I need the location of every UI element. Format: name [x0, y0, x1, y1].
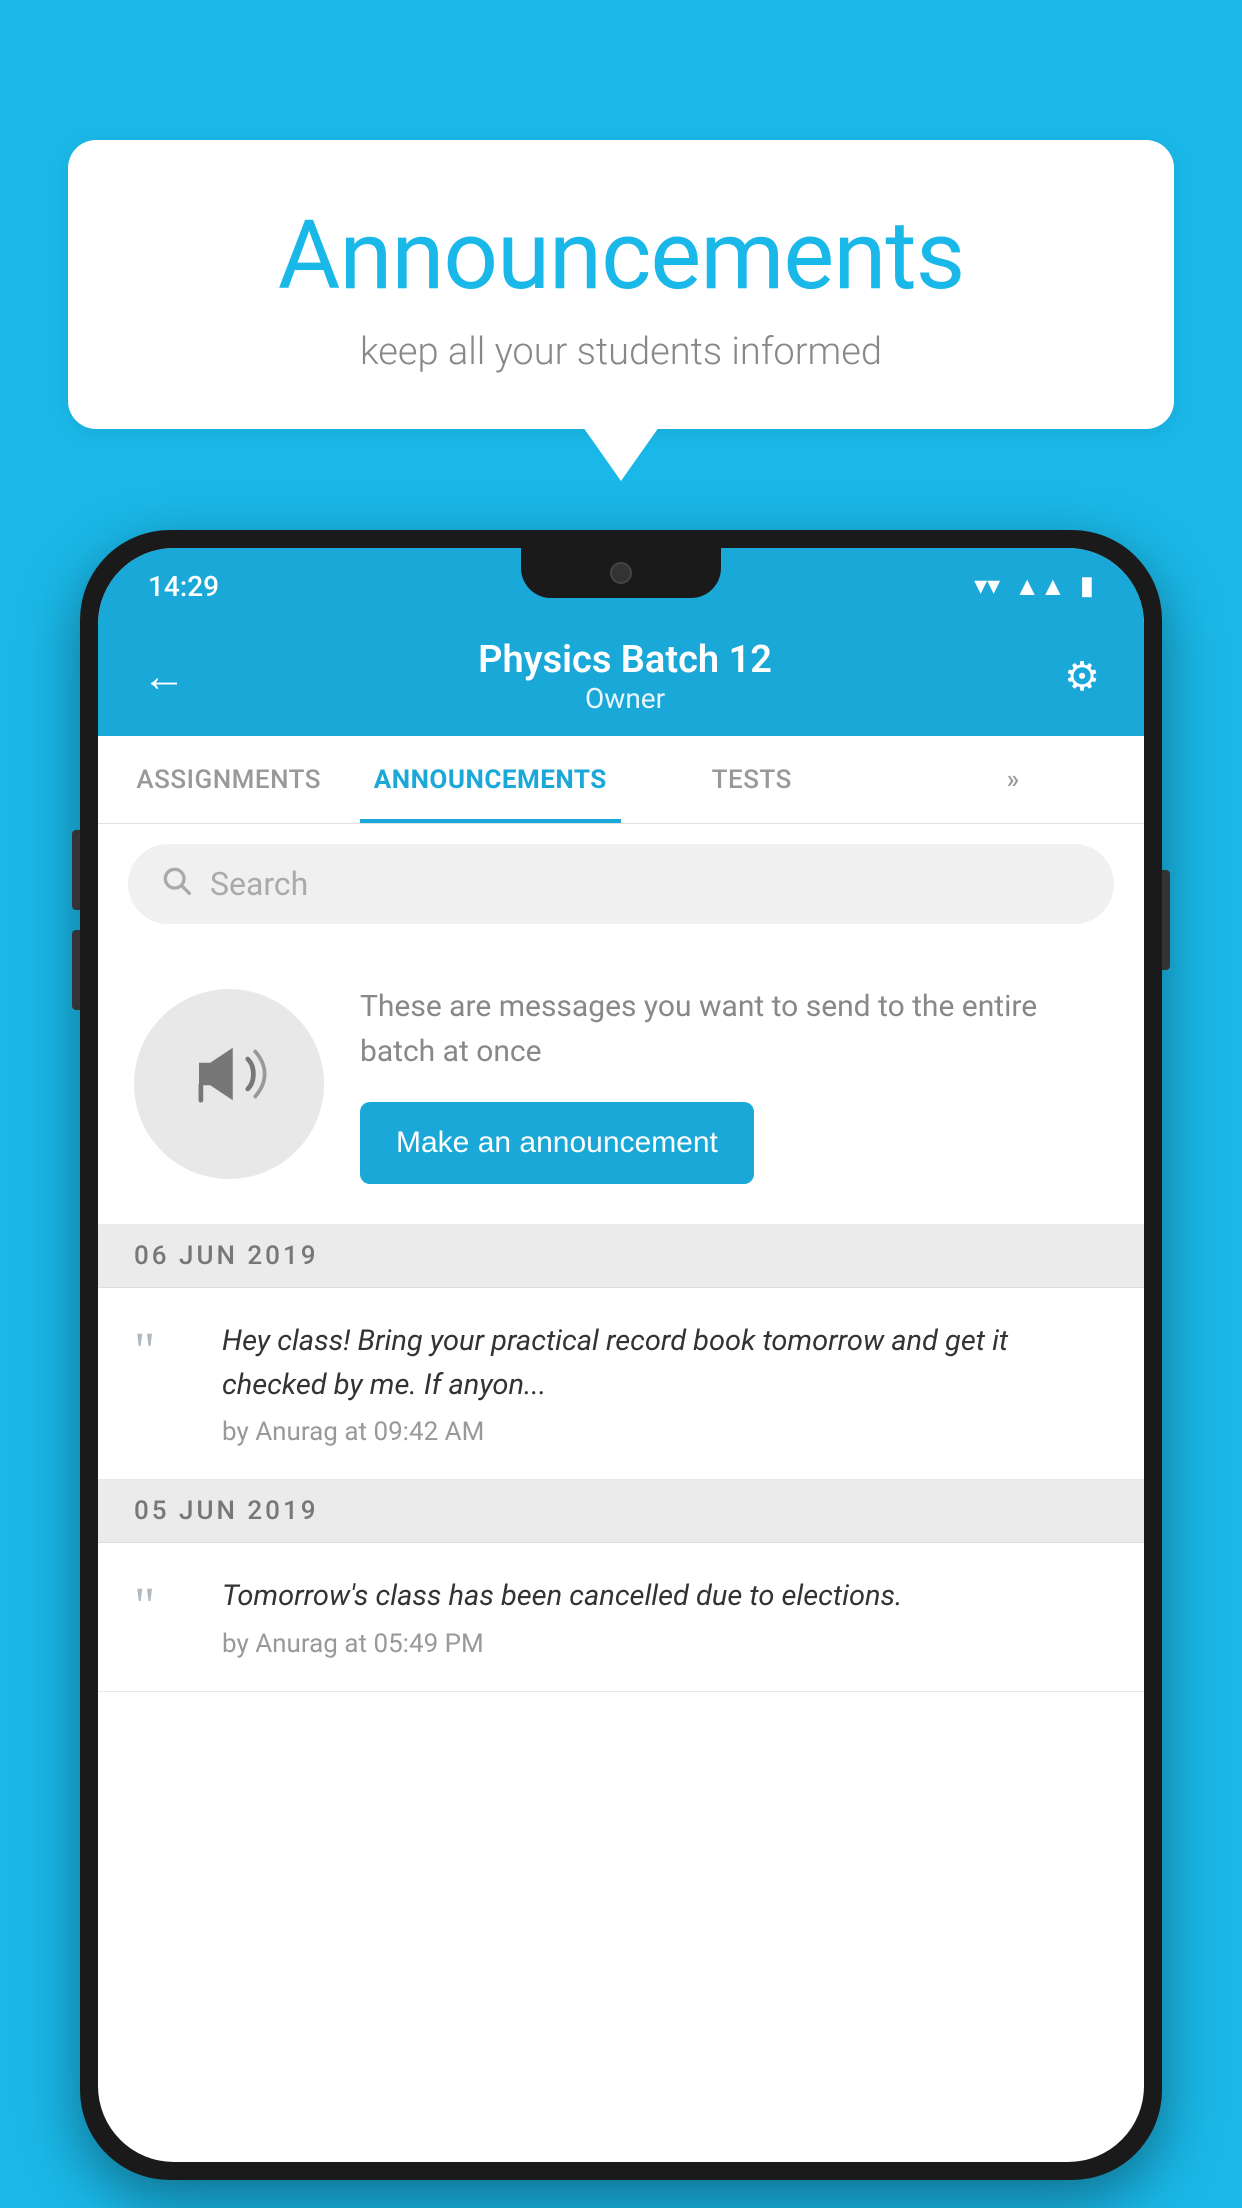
announcement-message-2: Tomorrow's class has been cancelled due … [222, 1575, 1108, 1619]
phone-notch [521, 548, 721, 598]
announcement-meta-2: by Anurag at 05:49 PM [222, 1629, 1108, 1659]
tab-announcements[interactable]: ANNOUNCEMENTS [360, 736, 622, 823]
status-time: 14:29 [148, 570, 219, 603]
announcement-message-1: Hey class! Bring your practical record b… [222, 1320, 1108, 1407]
tab-more[interactable]: » [883, 736, 1145, 823]
status-icons: ▾▾ ▲▲ ▮ [974, 571, 1094, 602]
announce-prompt-card: These are messages you want to send to t… [98, 944, 1144, 1225]
phone-outer: 14:29 ▾▾ ▲▲ ▮ ← Physics Batch 12 Owner ⚙ [80, 530, 1162, 2180]
batch-subtitle: Owner [194, 682, 1056, 715]
power-button [1162, 870, 1170, 970]
app-bar: ← Physics Batch 12 Owner ⚙ [98, 616, 1144, 736]
announcement-item-1: " Hey class! Bring your practical record… [98, 1288, 1144, 1480]
phone-content: 14:29 ▾▾ ▲▲ ▮ ← Physics Batch 12 Owner ⚙ [98, 548, 1144, 2162]
app-bar-title-group: Physics Batch 12 Owner [194, 638, 1056, 715]
speech-bubble-container: Announcements keep all your students inf… [68, 140, 1174, 429]
date-separator-1: 06 JUN 2019 [98, 1225, 1144, 1288]
search-bar[interactable]: Search [128, 844, 1114, 924]
tab-assignments[interactable]: ASSIGNMENTS [98, 736, 360, 823]
announcement-text-1: Hey class! Bring your practical record b… [222, 1320, 1108, 1447]
announcements-subtitle: keep all your students informed [108, 330, 1134, 374]
date-separator-2: 05 JUN 2019 [98, 1480, 1144, 1543]
signal-icon: ▲▲ [1014, 571, 1065, 602]
search-placeholder-text: Search [210, 865, 308, 903]
wifi-icon: ▾▾ [974, 571, 1000, 601]
batch-title: Physics Batch 12 [194, 638, 1056, 682]
announcement-text-2: Tomorrow's class has been cancelled due … [222, 1575, 1108, 1659]
search-bar-wrapper: Search [98, 824, 1144, 944]
phone-mockup: 14:29 ▾▾ ▲▲ ▮ ← Physics Batch 12 Owner ⚙ [80, 530, 1162, 2180]
announce-description: These are messages you want to send to t… [360, 984, 1108, 1074]
front-camera [610, 562, 632, 584]
megaphone-icon [184, 1029, 274, 1139]
tabs-bar: ASSIGNMENTS ANNOUNCEMENTS TESTS » [98, 736, 1144, 824]
announce-icon-circle [134, 989, 324, 1179]
search-icon [160, 863, 192, 905]
tab-tests[interactable]: TESTS [621, 736, 883, 823]
vol-up-button [72, 830, 80, 910]
vol-down-button [72, 930, 80, 1010]
settings-button[interactable]: ⚙ [1056, 645, 1108, 708]
quote-icon-1: " [134, 1320, 194, 1378]
speech-bubble: Announcements keep all your students inf… [68, 140, 1174, 429]
make-announcement-button[interactable]: Make an announcement [360, 1102, 754, 1184]
announcement-item-2: " Tomorrow's class has been cancelled du… [98, 1543, 1144, 1692]
battery-icon: ▮ [1080, 571, 1094, 601]
scrollable-content: Search [98, 824, 1144, 2162]
announce-right-section: These are messages you want to send to t… [360, 984, 1108, 1184]
back-button[interactable]: ← [134, 642, 194, 710]
announcement-meta-1: by Anurag at 09:42 AM [222, 1417, 1108, 1447]
quote-icon-2: " [134, 1575, 194, 1633]
phone-screen: 14:29 ▾▾ ▲▲ ▮ ← Physics Batch 12 Owner ⚙ [98, 548, 1144, 2162]
announcements-title: Announcements [108, 200, 1134, 312]
